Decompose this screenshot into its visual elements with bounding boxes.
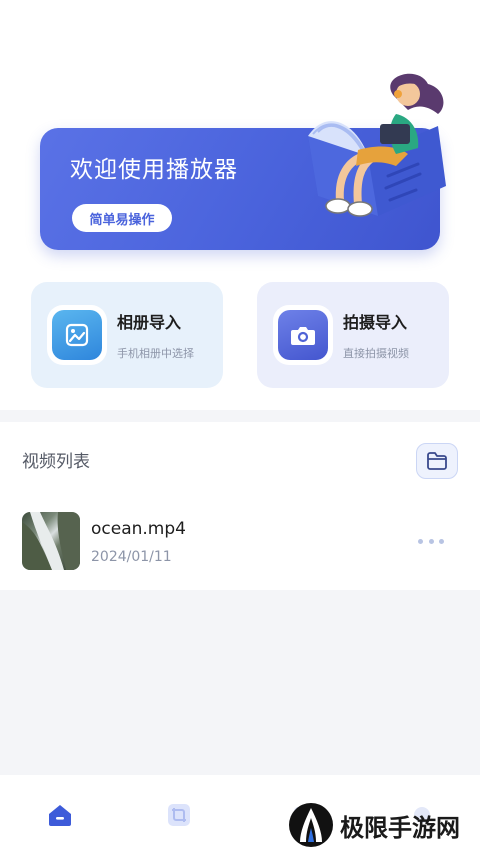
watermark-text: 极限手游网 xyxy=(340,812,460,842)
camera-icon xyxy=(278,310,328,360)
video-thumbnail xyxy=(22,512,80,570)
app-screen: 欢迎使用播放器 简单易操作 相册导入 手机相册中选择 拍摄导入 直接拍摄视频 视… xyxy=(0,0,480,853)
list-item[interactable]: ocean.mp4 2024/01/11 xyxy=(0,500,480,590)
video-date: 2024/01/11 xyxy=(91,549,172,565)
crop-icon xyxy=(168,804,190,826)
album-icon-wrap xyxy=(47,305,107,365)
nav-home[interactable] xyxy=(46,801,74,829)
watermark-logo-icon xyxy=(289,803,333,847)
album-import-subtitle: 手机相册中选择 xyxy=(117,347,194,360)
camera-icon-wrap xyxy=(273,305,333,365)
more-options-icon[interactable] xyxy=(418,536,444,546)
image-icon xyxy=(52,310,102,360)
home-icon xyxy=(49,805,71,826)
folder-button[interactable] xyxy=(416,443,458,479)
watermark: 极限手游网 xyxy=(288,800,460,850)
section-divider xyxy=(0,410,480,422)
welcome-banner: 欢迎使用播放器 简单易操作 xyxy=(40,73,446,250)
camera-import-subtitle: 直接拍摄视频 xyxy=(343,347,409,360)
album-import-card[interactable]: 相册导入 手机相册中选择 xyxy=(31,282,223,388)
video-name: ocean.mp4 xyxy=(91,519,186,539)
easy-operation-button[interactable]: 简单易操作 xyxy=(72,204,172,232)
banner-title: 欢迎使用播放器 xyxy=(70,157,238,183)
nav-crop[interactable] xyxy=(165,801,193,829)
camera-import-title: 拍摄导入 xyxy=(343,313,408,332)
album-import-title: 相册导入 xyxy=(117,313,182,332)
empty-list-area xyxy=(0,590,480,775)
video-list-title: 视频列表 xyxy=(22,452,90,472)
reading-girl-illustration xyxy=(308,73,446,217)
folder-icon xyxy=(427,452,447,470)
camera-import-card[interactable]: 拍摄导入 直接拍摄视频 xyxy=(257,282,449,388)
